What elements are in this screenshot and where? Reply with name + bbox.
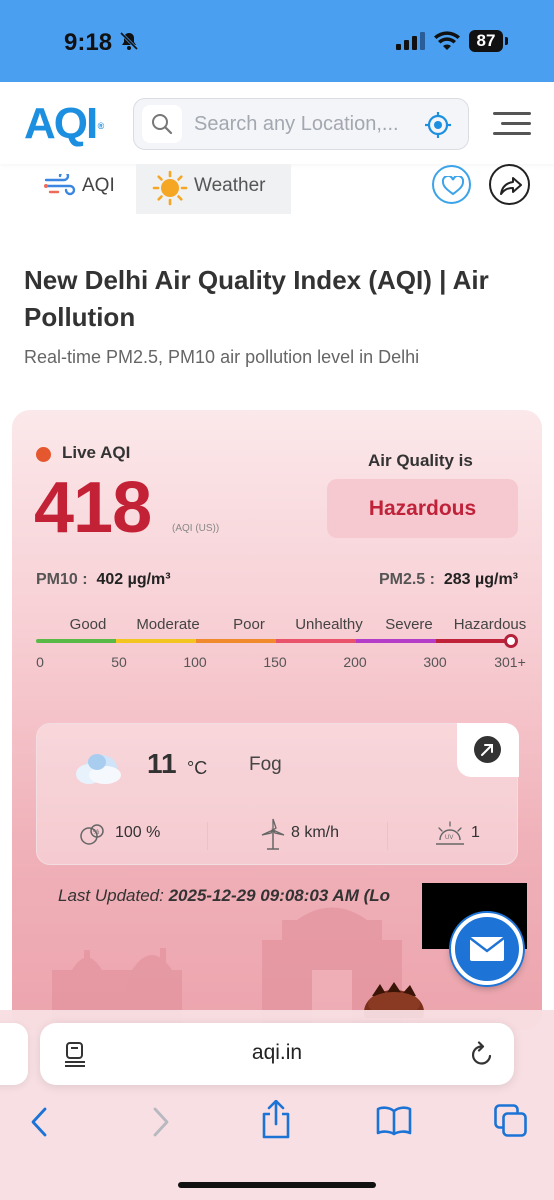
url-text: aqi.in [251, 1041, 303, 1064]
last-updated: Last Updated: 2025-12-29 09:08:03 AM (Lo [58, 886, 428, 906]
site-header: AQI ® Search any Location,... [0, 82, 554, 164]
temperature-unit: °C [187, 758, 208, 778]
humidity-icon: % [80, 824, 104, 845]
search-placeholder: Search any Location,... [194, 113, 399, 135]
heart-icon [442, 176, 464, 196]
aqi-scale-segment [196, 639, 276, 643]
uv-value: 1 [471, 824, 480, 841]
forward-icon[interactable] [148, 1106, 172, 1138]
scale-number: 300 [423, 654, 447, 670]
aqi-scale-segment [436, 639, 512, 643]
humidity-value: 100 % [115, 824, 161, 841]
open-weather-button[interactable] [457, 723, 519, 777]
status-time: 9:18 [64, 29, 113, 56]
aqi-scale-segment [116, 639, 196, 643]
registered-mark: ® [97, 121, 105, 131]
weather-summary-box[interactable]: 11 °C Fog % 100 % 8 km/h UV 1 [36, 723, 519, 865]
divider [207, 822, 208, 850]
aqi-scale-segment [276, 639, 356, 643]
arrow-up-right-icon [481, 744, 493, 756]
wind-lines-icon [44, 174, 76, 196]
previous-tab[interactable] [0, 1023, 28, 1085]
scale-number: 0 [36, 654, 44, 670]
wifi-icon [434, 31, 460, 50]
share-arrow-icon [500, 177, 522, 195]
scale-number: 50 [111, 654, 127, 670]
wind-turbine-icon [261, 818, 285, 850]
status-bar: 9:18 87 [0, 0, 554, 82]
share-button[interactable] [489, 164, 530, 205]
live-indicator-dot [36, 447, 51, 462]
pm10-value: 402 µg/m³ [96, 571, 171, 588]
aqi-value: 418 [34, 468, 152, 548]
signal-icon [396, 32, 425, 50]
aqi-scale-segment [36, 639, 116, 643]
page-subtitle: Real-time PM2.5, PM10 air pollution leve… [24, 347, 420, 367]
scale-number: 100 [183, 654, 207, 670]
back-icon[interactable] [28, 1106, 52, 1138]
last-updated-value: 2025-12-29 09:08:03 AM (Lo [168, 886, 391, 905]
tab-aqi[interactable]: AQI [24, 164, 134, 214]
weather-condition: Fog [249, 754, 282, 775]
pm10-label: PM10 : [36, 571, 88, 588]
tabs-icon[interactable] [494, 1104, 528, 1138]
pm25-reading: PM2.5 : 283 µg/m³ [379, 571, 518, 589]
scale-label-moderate: Moderate [136, 616, 200, 633]
sun-icon [152, 170, 188, 206]
weather-divider [37, 806, 517, 807]
wind-value: 8 km/h [291, 824, 340, 841]
status-badge: Hazardous [327, 479, 518, 538]
logo-text: AQI [24, 99, 98, 148]
share-sheet-icon[interactable] [260, 1100, 292, 1140]
battery-tip [505, 37, 508, 45]
pm25-value: 283 µg/m³ [443, 571, 518, 588]
pm25-label: PM2.5 : [378, 571, 435, 588]
aqi-unit: (AQI (US)) [172, 523, 220, 534]
cloud-icon [76, 754, 121, 784]
aqi-scale-marker [504, 634, 518, 648]
last-updated-label: Last Updated: [58, 886, 164, 905]
pm10-reading: PM10 : 402 µg/m³ [36, 571, 171, 589]
address-bar[interactable]: aqi.in [40, 1023, 514, 1085]
search-button[interactable] [142, 105, 182, 143]
divider [387, 822, 388, 850]
scale-number: 200 [343, 654, 367, 670]
aqi-scale-segment [356, 639, 436, 643]
reload-icon[interactable] [470, 1041, 494, 1067]
svg-text:UV: UV [445, 835, 453, 841]
search-input[interactable]: Search any Location,... [133, 98, 469, 150]
tab-weather-label: Weather [194, 175, 266, 196]
aqi-scale-numbers: 0 50 100 150 200 300 301+ [36, 654, 526, 674]
aqi-scale-labels: Good Moderate Poor Unhealthy Severe Haza… [36, 616, 527, 636]
page-title: New Delhi Air Quality Index (AQI) | Air … [24, 265, 489, 332]
uv-index-icon: UV [436, 821, 464, 845]
aqi-logo[interactable]: AQI ® [24, 99, 104, 148]
envelope-icon [469, 937, 505, 961]
silent-bell-icon [119, 31, 139, 51]
bookmarks-icon[interactable] [376, 1106, 412, 1136]
locate-icon[interactable] [424, 111, 452, 139]
search-icon [152, 114, 173, 135]
scale-label-hazardous: Hazardous [453, 616, 527, 633]
tab-weather[interactable]: Weather [136, 164, 291, 214]
mail-button[interactable] [451, 913, 523, 985]
scale-label-good: Good [69, 616, 107, 633]
scale-label-severe: Severe [385, 616, 433, 633]
tab-aqi-label: AQI [82, 175, 115, 196]
scale-number: 150 [263, 654, 287, 670]
air-quality-label: Air Quality is [368, 451, 473, 470]
hamburger-menu-icon[interactable] [493, 110, 531, 136]
temperature-value: 11 [147, 748, 177, 779]
live-aqi-label: Live AQI [62, 443, 131, 462]
scale-label-unhealthy: Unhealthy [295, 616, 363, 633]
aqi-scale-bar [36, 639, 512, 643]
scale-label-poor: Poor [233, 616, 265, 633]
home-indicator [178, 1182, 376, 1188]
browser-toolbar [0, 1100, 554, 1160]
svg-text:%: % [93, 829, 99, 836]
favorite-button[interactable] [432, 165, 471, 204]
battery-indicator: 87 [469, 30, 503, 52]
scale-number: 301+ [494, 654, 526, 670]
